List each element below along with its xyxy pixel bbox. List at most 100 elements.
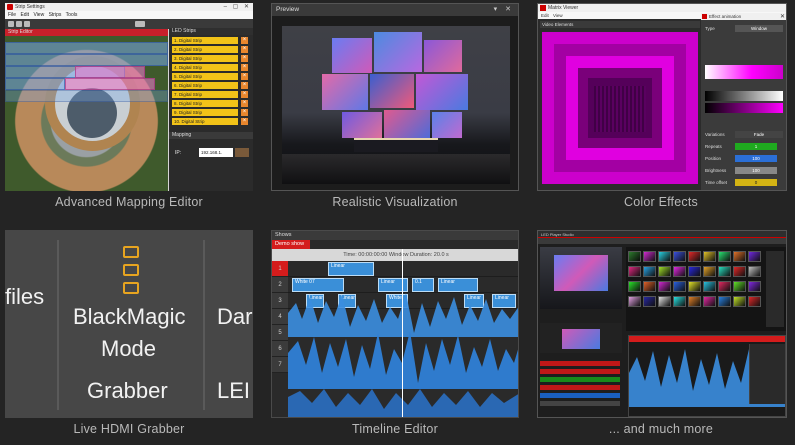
preview-title: Preview bbox=[276, 6, 300, 13]
layer-row[interactable] bbox=[540, 361, 620, 366]
timeline-clip[interactable]: White 07 bbox=[292, 278, 344, 292]
grabber-title-line2[interactable]: Mode bbox=[101, 336, 156, 362]
close-icon[interactable]: × bbox=[241, 64, 248, 71]
window-controls-icon[interactable]: – ▢ ✕ bbox=[224, 3, 251, 11]
tool-select-icon[interactable] bbox=[8, 21, 14, 27]
much-more-tile: LED Player Studio bbox=[537, 230, 787, 418]
close-icon[interactable]: × bbox=[241, 118, 248, 125]
matrix-viewer-title: Matrix Viewer bbox=[548, 5, 579, 11]
timeline-clip[interactable]: 0.1 bbox=[412, 278, 434, 292]
ip-input[interactable]: 192.168.1. bbox=[199, 148, 233, 157]
shows-header: Shows bbox=[272, 231, 518, 240]
ip-apply-button[interactable] bbox=[235, 148, 249, 157]
close-icon[interactable]: × bbox=[241, 91, 248, 98]
led-strip-row[interactable]: 10. Digital Strip bbox=[172, 118, 238, 125]
track-number[interactable]: 5 bbox=[272, 325, 288, 341]
grabber-title-line1[interactable]: BlackMagic bbox=[73, 304, 185, 330]
led-strip-row[interactable]: 3. Digital Strip bbox=[172, 55, 238, 62]
window-title: Strip Settings bbox=[15, 4, 45, 10]
led-strip-row[interactable]: 1. Digital Strip bbox=[172, 37, 238, 44]
close-icon[interactable]: × bbox=[241, 46, 248, 53]
device-icon bbox=[123, 282, 139, 294]
preview-tile: Preview ▾ ✕ bbox=[271, 3, 519, 191]
track-number[interactable]: 7 bbox=[272, 357, 288, 373]
variations-select[interactable]: Fade bbox=[735, 131, 783, 138]
layer-row[interactable] bbox=[540, 377, 620, 382]
color-effect-canvas[interactable] bbox=[542, 32, 698, 184]
led-strip-row[interactable]: 6. Digital Strip bbox=[172, 82, 238, 89]
close-icon[interactable]: × bbox=[241, 73, 248, 80]
layer-row[interactable] bbox=[540, 369, 620, 374]
panel-controls-icon[interactable]: ▾ ✕ bbox=[494, 4, 514, 16]
right-item-line3[interactable]: LEI bbox=[217, 378, 250, 404]
track-number[interactable]: 4 bbox=[272, 309, 288, 325]
led-strips-header: LED Strips bbox=[169, 28, 253, 35]
grabber-title-line3[interactable]: Grabber bbox=[87, 378, 168, 404]
close-icon[interactable]: × bbox=[241, 55, 248, 62]
gradient-swatch[interactable] bbox=[705, 65, 783, 79]
led-strip-row[interactable]: 5. Digital Strip bbox=[172, 73, 238, 80]
gradient-bar[interactable] bbox=[705, 91, 783, 101]
hdmi-caption: Live HDMI Grabber bbox=[73, 422, 185, 436]
window-titlebar: Strip Settings – ▢ ✕ bbox=[5, 3, 253, 11]
mapping-header: Mapping bbox=[169, 132, 253, 139]
close-icon[interactable]: × bbox=[241, 100, 248, 107]
divider bbox=[203, 240, 205, 410]
divider bbox=[57, 240, 59, 410]
effects-library-grid[interactable] bbox=[626, 247, 786, 331]
track-number[interactable]: 2 bbox=[272, 277, 288, 293]
track-row[interactable]: Linear bbox=[288, 261, 518, 277]
led-strip-row[interactable]: 8. Digital Strip bbox=[172, 100, 238, 107]
tool-grid-icon[interactable] bbox=[135, 21, 145, 27]
track-number[interactable]: 1 bbox=[272, 261, 288, 277]
mini-preview[interactable] bbox=[540, 247, 622, 309]
mapping-editor-tile: Strip Settings – ▢ ✕ File Edit View Stri… bbox=[5, 3, 253, 191]
menu-bar[interactable]: File Edit View Strips Tools bbox=[5, 11, 253, 19]
led-strip-row[interactable]: 4. Digital Strip bbox=[172, 64, 238, 71]
led-strip-row[interactable]: 7. Digital Strip bbox=[172, 91, 238, 98]
effect-type-select[interactable]: Window bbox=[735, 25, 783, 32]
timeline-ruler[interactable]: Time: 00:00:00:00 Window Duration: 20.0 … bbox=[272, 249, 518, 261]
close-icon[interactable]: × bbox=[241, 82, 248, 89]
building-visualization[interactable] bbox=[282, 26, 510, 184]
led-strip-row[interactable]: 9. Digital Strip bbox=[172, 109, 238, 116]
brightness-field[interactable]: 100 bbox=[735, 167, 777, 174]
timeline-clip[interactable]: Linear bbox=[378, 278, 408, 292]
time-offset-field[interactable]: 0 bbox=[735, 179, 777, 186]
close-icon[interactable]: × bbox=[241, 109, 248, 116]
effect-window-title: Effect animation bbox=[701, 13, 786, 20]
close-icon[interactable]: × bbox=[241, 37, 248, 44]
matrix-viewer-titlebar: Matrix Viewer bbox=[538, 4, 786, 12]
tab-demo-show[interactable]: Demo show bbox=[272, 240, 310, 249]
device-icon bbox=[123, 246, 139, 258]
strip-editor-header: Strip Editor bbox=[5, 29, 168, 36]
audio-waveform[interactable] bbox=[288, 293, 519, 417]
track-number[interactable]: 3 bbox=[272, 293, 288, 309]
position-field[interactable]: 100 bbox=[735, 155, 777, 162]
mapping-caption: Advanced Mapping Editor bbox=[55, 195, 203, 209]
timeline-editor-tile: Shows Demo show Time: 00:00:00:00 Window… bbox=[271, 230, 519, 418]
led-strip-row[interactable]: 2. Digital Strip bbox=[172, 46, 238, 53]
tool-move-icon[interactable] bbox=[16, 21, 22, 27]
right-item-line1[interactable]: Dar bbox=[217, 304, 252, 330]
timeline-clip[interactable]: Linear bbox=[438, 278, 478, 292]
layer-row[interactable] bbox=[540, 401, 620, 406]
timeline-clip[interactable]: Linear bbox=[328, 262, 374, 276]
ip-label: IP: bbox=[175, 150, 182, 156]
track-row[interactable]: White 07 Linear 0.1 Linear bbox=[288, 277, 518, 293]
repeats-field[interactable]: 1 bbox=[735, 143, 777, 150]
gradient-bar[interactable] bbox=[705, 103, 783, 113]
playhead[interactable] bbox=[402, 249, 403, 417]
mini-preview-2[interactable] bbox=[540, 323, 622, 353]
mapping-photo-canvas[interactable] bbox=[5, 36, 168, 191]
track-number[interactable]: 6 bbox=[272, 341, 288, 357]
close-icon[interactable]: ✕ bbox=[780, 13, 785, 20]
device-icon bbox=[123, 264, 139, 276]
layer-row[interactable] bbox=[540, 385, 620, 390]
preview-caption: Realistic Visualization bbox=[332, 195, 458, 209]
tool-zoom-icon[interactable] bbox=[24, 21, 30, 27]
led-strips-panel: LED Strips 1. Digital Strip × 2. Digital … bbox=[169, 28, 253, 191]
layer-row[interactable] bbox=[540, 393, 620, 398]
preview-header: Preview ▾ ✕ bbox=[272, 4, 518, 16]
mini-timeline[interactable] bbox=[628, 335, 786, 417]
